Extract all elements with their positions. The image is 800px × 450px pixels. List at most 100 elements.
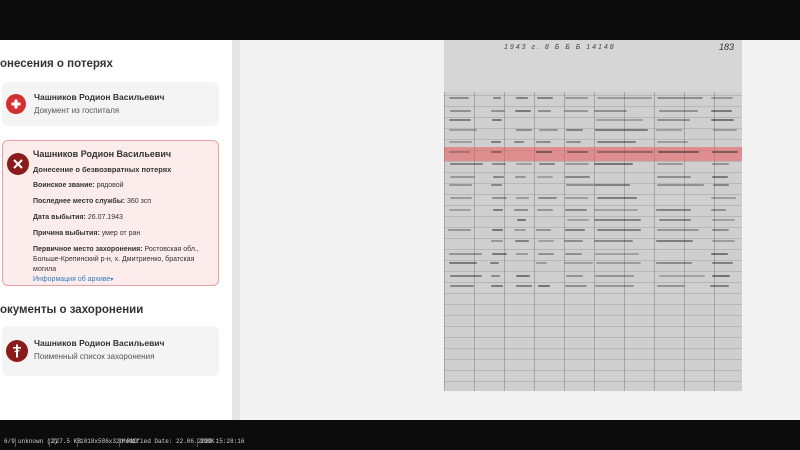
handwriting-stroke <box>564 163 589 166</box>
handwriting-stroke <box>515 129 532 132</box>
handwriting-stroke <box>516 163 533 166</box>
handwriting-stroke <box>564 109 589 112</box>
handwriting-stroke <box>594 285 635 288</box>
status-separator <box>49 438 50 447</box>
status-separator <box>197 438 198 447</box>
handwriting-stroke <box>514 208 528 211</box>
handwriting-stroke <box>596 197 637 200</box>
handwriting-stroke <box>538 129 558 132</box>
status-bar: 6/9 unknown (2) 227.5 KB 1018x586x32b PNG Mo… <box>0 436 800 450</box>
handwriting-stroke <box>566 141 582 144</box>
status-item: 6/9 <box>4 438 15 445</box>
handwriting-stroke <box>516 252 529 255</box>
handwriting-stroke <box>449 129 477 132</box>
left-panel: онесения о потерях Чашников Родион Васил… <box>0 40 240 420</box>
handwriting-stroke <box>514 109 532 112</box>
document-page-number: 183 <box>718 42 734 52</box>
handwriting-stroke <box>514 228 527 231</box>
handwriting-stroke <box>565 252 582 255</box>
handwriting-stroke <box>490 141 501 144</box>
handwriting-stroke <box>712 175 728 178</box>
chevron-down-icon: ▾ <box>110 277 114 283</box>
status-separator <box>15 438 16 447</box>
handwriting-stroke <box>536 175 554 178</box>
handwriting-stroke <box>515 197 530 200</box>
handwriting-stroke <box>491 151 503 154</box>
handwriting-stroke <box>538 240 554 243</box>
handwriting-stroke <box>712 184 729 187</box>
field-rank: Воинское звание: рядовой <box>33 182 124 189</box>
handwriting-stroke <box>712 261 734 264</box>
handwriting-stroke <box>594 252 639 255</box>
highlighted-record-row <box>444 147 742 161</box>
handwriting-stroke <box>566 219 590 221</box>
status-separator <box>77 438 78 447</box>
handwriting-stroke <box>710 208 727 211</box>
handwriting-stroke <box>490 261 499 264</box>
handwriting-stroke <box>516 285 532 288</box>
handwriting-stroke <box>448 252 482 255</box>
archive-document-image[interactable]: 1943 г. 8 Б Б Б 14148 183 <box>444 40 742 391</box>
handwriting-stroke <box>538 197 558 200</box>
app-window: онесения о потерях Чашников Родион Васил… <box>0 40 800 420</box>
handwriting-stroke <box>515 175 526 178</box>
close-x-icon <box>7 153 29 175</box>
card-document-type: Поименный список захоронения <box>34 352 155 361</box>
handwriting-stroke <box>710 119 735 122</box>
handwriting-stroke <box>596 228 641 231</box>
handwriting-stroke <box>657 163 683 166</box>
archive-info-link[interactable]: Информация об архиве▾ <box>33 276 113 283</box>
card-person-name: Чашников Родион Васильевич <box>34 338 165 348</box>
handwriting-stroke <box>712 163 730 166</box>
handwriting-stroke <box>710 97 734 100</box>
handwriting-stroke <box>492 175 504 178</box>
handwriting-stroke <box>449 184 472 187</box>
handwriting-stroke <box>450 175 475 178</box>
handwriting-stroke <box>566 274 584 277</box>
handwriting-stroke <box>711 151 739 154</box>
handwriting-stroke <box>711 197 737 200</box>
hospital-document-card[interactable]: Чашников Родион Васильевич Документ из г… <box>2 82 219 126</box>
handwriting-stroke <box>594 163 633 166</box>
handwriting-stroke <box>564 208 588 211</box>
status-separator <box>119 438 120 447</box>
field-burial-place: Первичное место захоронения: Ростовская … <box>33 246 199 273</box>
handwriting-stroke <box>491 197 507 200</box>
handwriting-stroke <box>656 175 691 178</box>
handwriting-stroke <box>658 219 691 221</box>
handwriting-stroke <box>449 274 483 277</box>
handwriting-stroke <box>594 129 649 132</box>
loss-report-card[interactable]: Чашников Родион Васильевич Донесение о б… <box>2 140 219 286</box>
card-person-name: Чашников Родион Васильевич <box>34 92 165 102</box>
burial-list-card[interactable]: Чашников Родион Васильевич Поименный спи… <box>2 326 219 376</box>
handwriting-stroke <box>656 184 704 187</box>
handwriting-stroke <box>490 274 500 277</box>
field-date: Дата выбытия: 26.07.1943 <box>33 214 123 221</box>
handwriting-stroke <box>656 240 694 243</box>
handwriting-stroke <box>656 119 690 122</box>
handwriting-stroke <box>564 228 586 231</box>
panel-divider[interactable] <box>232 40 240 420</box>
handwriting-stroke <box>514 141 525 144</box>
handwriting-stroke <box>656 208 692 211</box>
losses-section-title: онесения о потерях <box>0 58 113 70</box>
field-reason: Причина выбытия: умер от ран <box>33 230 141 237</box>
handwriting-stroke <box>492 163 506 166</box>
handwriting-stroke <box>657 228 700 231</box>
handwriting-stroke <box>449 109 472 112</box>
handwriting-stroke <box>491 240 503 243</box>
handwriting-stroke <box>595 274 635 277</box>
handwriting-stroke <box>710 285 729 288</box>
handwriting-stroke <box>596 141 636 144</box>
handwriting-stroke <box>448 151 470 154</box>
handwriting-stroke <box>536 141 552 144</box>
handwriting-stroke <box>658 151 700 154</box>
card-document-type: Донесение о безвозвратных потерях <box>33 165 172 174</box>
handwriting-stroke <box>594 109 627 112</box>
status-item: 200% <box>200 438 215 445</box>
handwriting-stroke <box>566 151 589 154</box>
handwriting-stroke <box>491 228 504 231</box>
handwriting-stroke <box>656 261 692 264</box>
handwriting-stroke <box>565 97 589 100</box>
handwriting-stroke <box>711 228 730 231</box>
